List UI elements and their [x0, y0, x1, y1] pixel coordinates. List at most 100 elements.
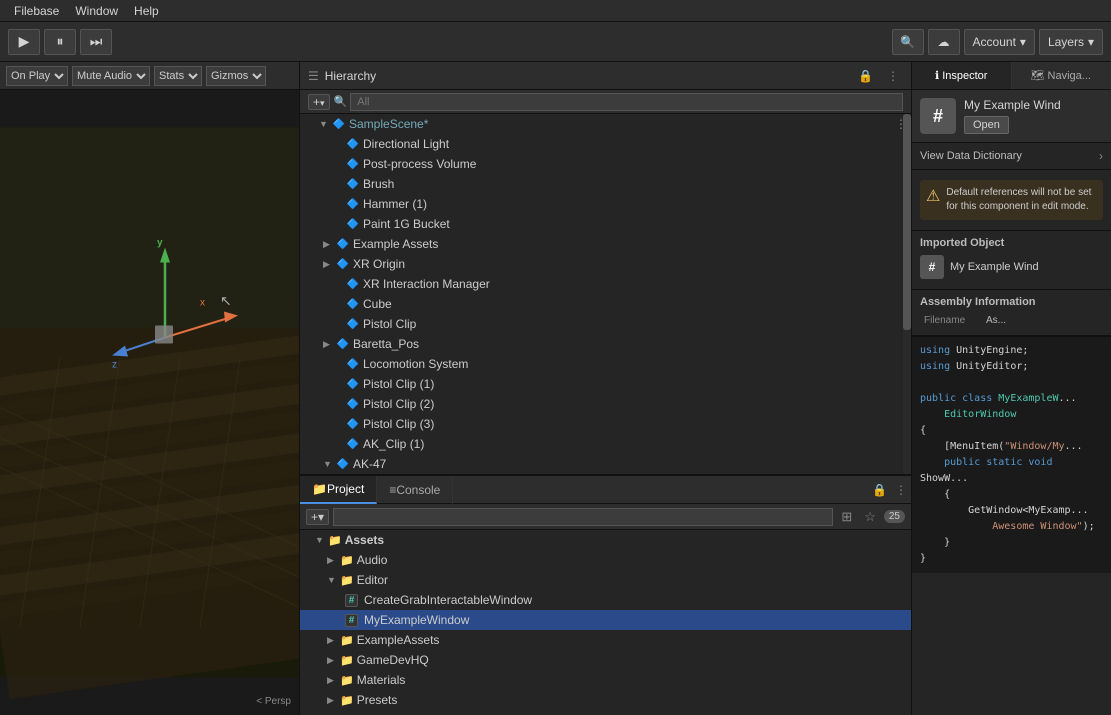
pistolclip1-icon: 🔷	[346, 379, 360, 390]
tree-item-xrorigin[interactable]: ▶ 🔷 XR Origin	[300, 254, 911, 274]
project-tab[interactable]: 📁 Project	[300, 476, 377, 504]
tree-item-samplescene[interactable]: ▼ 🔷 SampleScene* ⋮	[300, 114, 911, 134]
inspector-tab-icon: ℹ	[935, 69, 939, 82]
tree-item-example-assets[interactable]: ▶ 🔷 Example Assets	[300, 234, 911, 254]
console-tab-icon: ≡	[389, 483, 396, 497]
asset-myexample-label: MyExampleWindow	[364, 613, 469, 627]
svg-text:↖: ↖	[220, 293, 232, 309]
project-add-button[interactable]: +▾	[306, 509, 329, 525]
hierarchy-scrollbar-track[interactable]	[903, 114, 911, 474]
asset-myexample[interactable]: # MyExampleWindow	[300, 610, 911, 630]
hierarchy-scrollbar-thumb[interactable]	[903, 114, 911, 330]
play-button[interactable]: ▶	[8, 29, 40, 55]
menu-help[interactable]: Help	[126, 0, 167, 22]
asset-gamedevhq[interactable]: ▶ 📁 GameDevHQ	[300, 650, 911, 670]
tree-label-locomotion: Locomotion System	[363, 357, 468, 371]
tree-item-hammer[interactable]: ▶ 🔷 Hammer (1)	[300, 194, 911, 214]
asset-presets[interactable]: ▶ 📁 Presets	[300, 690, 911, 710]
tree-item-pistolclip[interactable]: ▶ 🔷 Pistol Clip	[300, 314, 911, 334]
navigator-tab[interactable]: 🗺 Naviga...	[1012, 62, 1111, 89]
exampleassets-folder-icon: 📁	[340, 634, 354, 647]
project-filter-button[interactable]: ⊞	[837, 507, 856, 527]
create-grab-script-icon: #	[345, 594, 358, 607]
materials-arrow: ▶	[327, 675, 337, 686]
step-button[interactable]: ⏭	[80, 29, 112, 55]
editor-arrow: ▼	[327, 575, 337, 585]
tree-item-postprocess[interactable]: ▶ 🔷 Post-process Volume	[300, 154, 911, 174]
tree-item-pistolclip1[interactable]: ▶ 🔷 Pistol Clip (1)	[300, 374, 911, 394]
tree-label-xrorigin: XR Origin	[353, 257, 405, 271]
assembly-table: Filename As...	[920, 312, 1103, 329]
tree-item-paint[interactable]: ▶ 🔷 Paint 1G Bucket	[300, 214, 911, 234]
tree-item-xrim[interactable]: ▶ 🔷 XR Interaction Manager	[300, 274, 911, 294]
tree-item-cube[interactable]: ▶ 🔷 Cube	[300, 294, 911, 314]
inspector-open-button[interactable]: Open	[964, 116, 1009, 134]
postprocess-icon: 🔷	[346, 159, 360, 170]
tree-item-pistolclip2[interactable]: ▶ 🔷 Pistol Clip (2)	[300, 394, 911, 414]
scene-toolbar: On Play Mute Audio Stats Gizmos	[0, 62, 299, 90]
navigator-tab-label: Naviga...	[1048, 70, 1091, 82]
hierarchy-search-input[interactable]	[350, 93, 903, 111]
mute-audio-select[interactable]: Mute Audio	[72, 66, 150, 86]
tree-item-akclip[interactable]: ▶ 🔷 AK_Clip (1)	[300, 434, 911, 454]
account-dropdown[interactable]: Account ▾	[964, 29, 1035, 55]
editor-folder-icon: 📁	[340, 574, 354, 587]
inspector-body: # My Example Wind Open View Data Diction…	[912, 90, 1111, 715]
asset-materials-label: Materials	[357, 673, 406, 687]
xrim-icon: 🔷	[346, 279, 360, 290]
imported-object-name: My Example Wind	[950, 261, 1039, 273]
project-toolbar: +▾ ⊞ ☆ 25	[300, 504, 911, 530]
asset-gamedevhq-label: GameDevHQ	[357, 653, 429, 667]
svg-text:z: z	[112, 360, 117, 371]
materials-folder-icon: 📁	[340, 674, 354, 687]
tree-item-brush[interactable]: ▶ 🔷 Brush	[300, 174, 911, 194]
project-star-button[interactable]: ☆	[860, 507, 880, 527]
locomotion-icon: 🔷	[346, 359, 360, 370]
tree-item-pistolclip3[interactable]: ▶ 🔷 Pistol Clip (3)	[300, 414, 911, 434]
tree-arrow-example-assets: ▶	[323, 239, 333, 250]
console-tab[interactable]: ≡ Console	[377, 476, 453, 504]
asset-samples[interactable]: ▶ 📁 Samples	[300, 710, 911, 715]
tree-label-cube: Cube	[363, 297, 392, 311]
example-assets-icon: 🔷	[336, 239, 350, 250]
asset-exampleassets[interactable]: ▶ 📁 ExampleAssets	[300, 630, 911, 650]
layers-arrow-icon: ▾	[1088, 35, 1094, 49]
exampleassets-arrow: ▶	[327, 635, 337, 646]
hierarchy-search-bar: +▾ 🔍	[300, 90, 911, 114]
project-search-input[interactable]	[333, 508, 833, 526]
gizmos-select[interactable]: Gizmos	[206, 66, 266, 86]
project-count-badge: 25	[884, 510, 905, 523]
warning-text: Default references will not be set for t…	[946, 186, 1097, 214]
stats-select[interactable]: Stats	[154, 66, 202, 86]
project-options-button[interactable]: ⋮	[891, 481, 911, 499]
hierarchy-options-button[interactable]: ⋮	[883, 67, 903, 85]
hierarchy-header: ☰ Hierarchy 🔒 ⋮	[300, 62, 911, 90]
akclip-icon: 🔷	[346, 439, 360, 450]
pause-button[interactable]: ⏸	[44, 29, 76, 55]
tree-item-dirlight[interactable]: ▶ 🔷 Directional Light	[300, 134, 911, 154]
hierarchy-lock-button[interactable]: 🔒	[854, 67, 877, 85]
tree-arrow-baretta: ▶	[323, 339, 333, 350]
cloud-button[interactable]: ☁	[928, 29, 960, 55]
layers-dropdown[interactable]: Layers ▾	[1039, 29, 1103, 55]
asset-create-grab[interactable]: # CreateGrabInteractableWindow	[300, 590, 911, 610]
menu-window[interactable]: Window	[67, 0, 126, 22]
view-data-dict-arrow: ›	[1099, 149, 1103, 163]
asset-editor[interactable]: ▼ 📁 Editor	[300, 570, 911, 590]
tree-item-ak47[interactable]: ▼ 🔷 AK-47	[300, 454, 911, 474]
presets-folder-icon: 📁	[340, 694, 354, 707]
tree-item-baretta[interactable]: ▶ 🔷 Baretta_Pos	[300, 334, 911, 354]
assets-root-label: Assets	[345, 533, 384, 547]
inspector-tab[interactable]: ℹ Inspector	[912, 62, 1012, 89]
tree-label-ak47: AK-47	[353, 457, 386, 471]
asset-materials[interactable]: ▶ 📁 Materials	[300, 670, 911, 690]
search-button[interactable]: 🔍	[892, 29, 924, 55]
myexample-script-icon: #	[345, 614, 358, 627]
menu-filebase[interactable]: Filebase	[6, 0, 67, 22]
project-lock-button[interactable]: 🔒	[868, 481, 891, 499]
asset-audio[interactable]: ▶ 📁 Audio	[300, 550, 911, 570]
scene-mode-select[interactable]: On Play	[6, 66, 68, 86]
tree-item-locomotion[interactable]: ▶ 🔷 Locomotion System	[300, 354, 911, 374]
hierarchy-add-button[interactable]: +▾	[308, 94, 330, 110]
assets-root[interactable]: ▼ 📁 Assets	[300, 530, 911, 550]
